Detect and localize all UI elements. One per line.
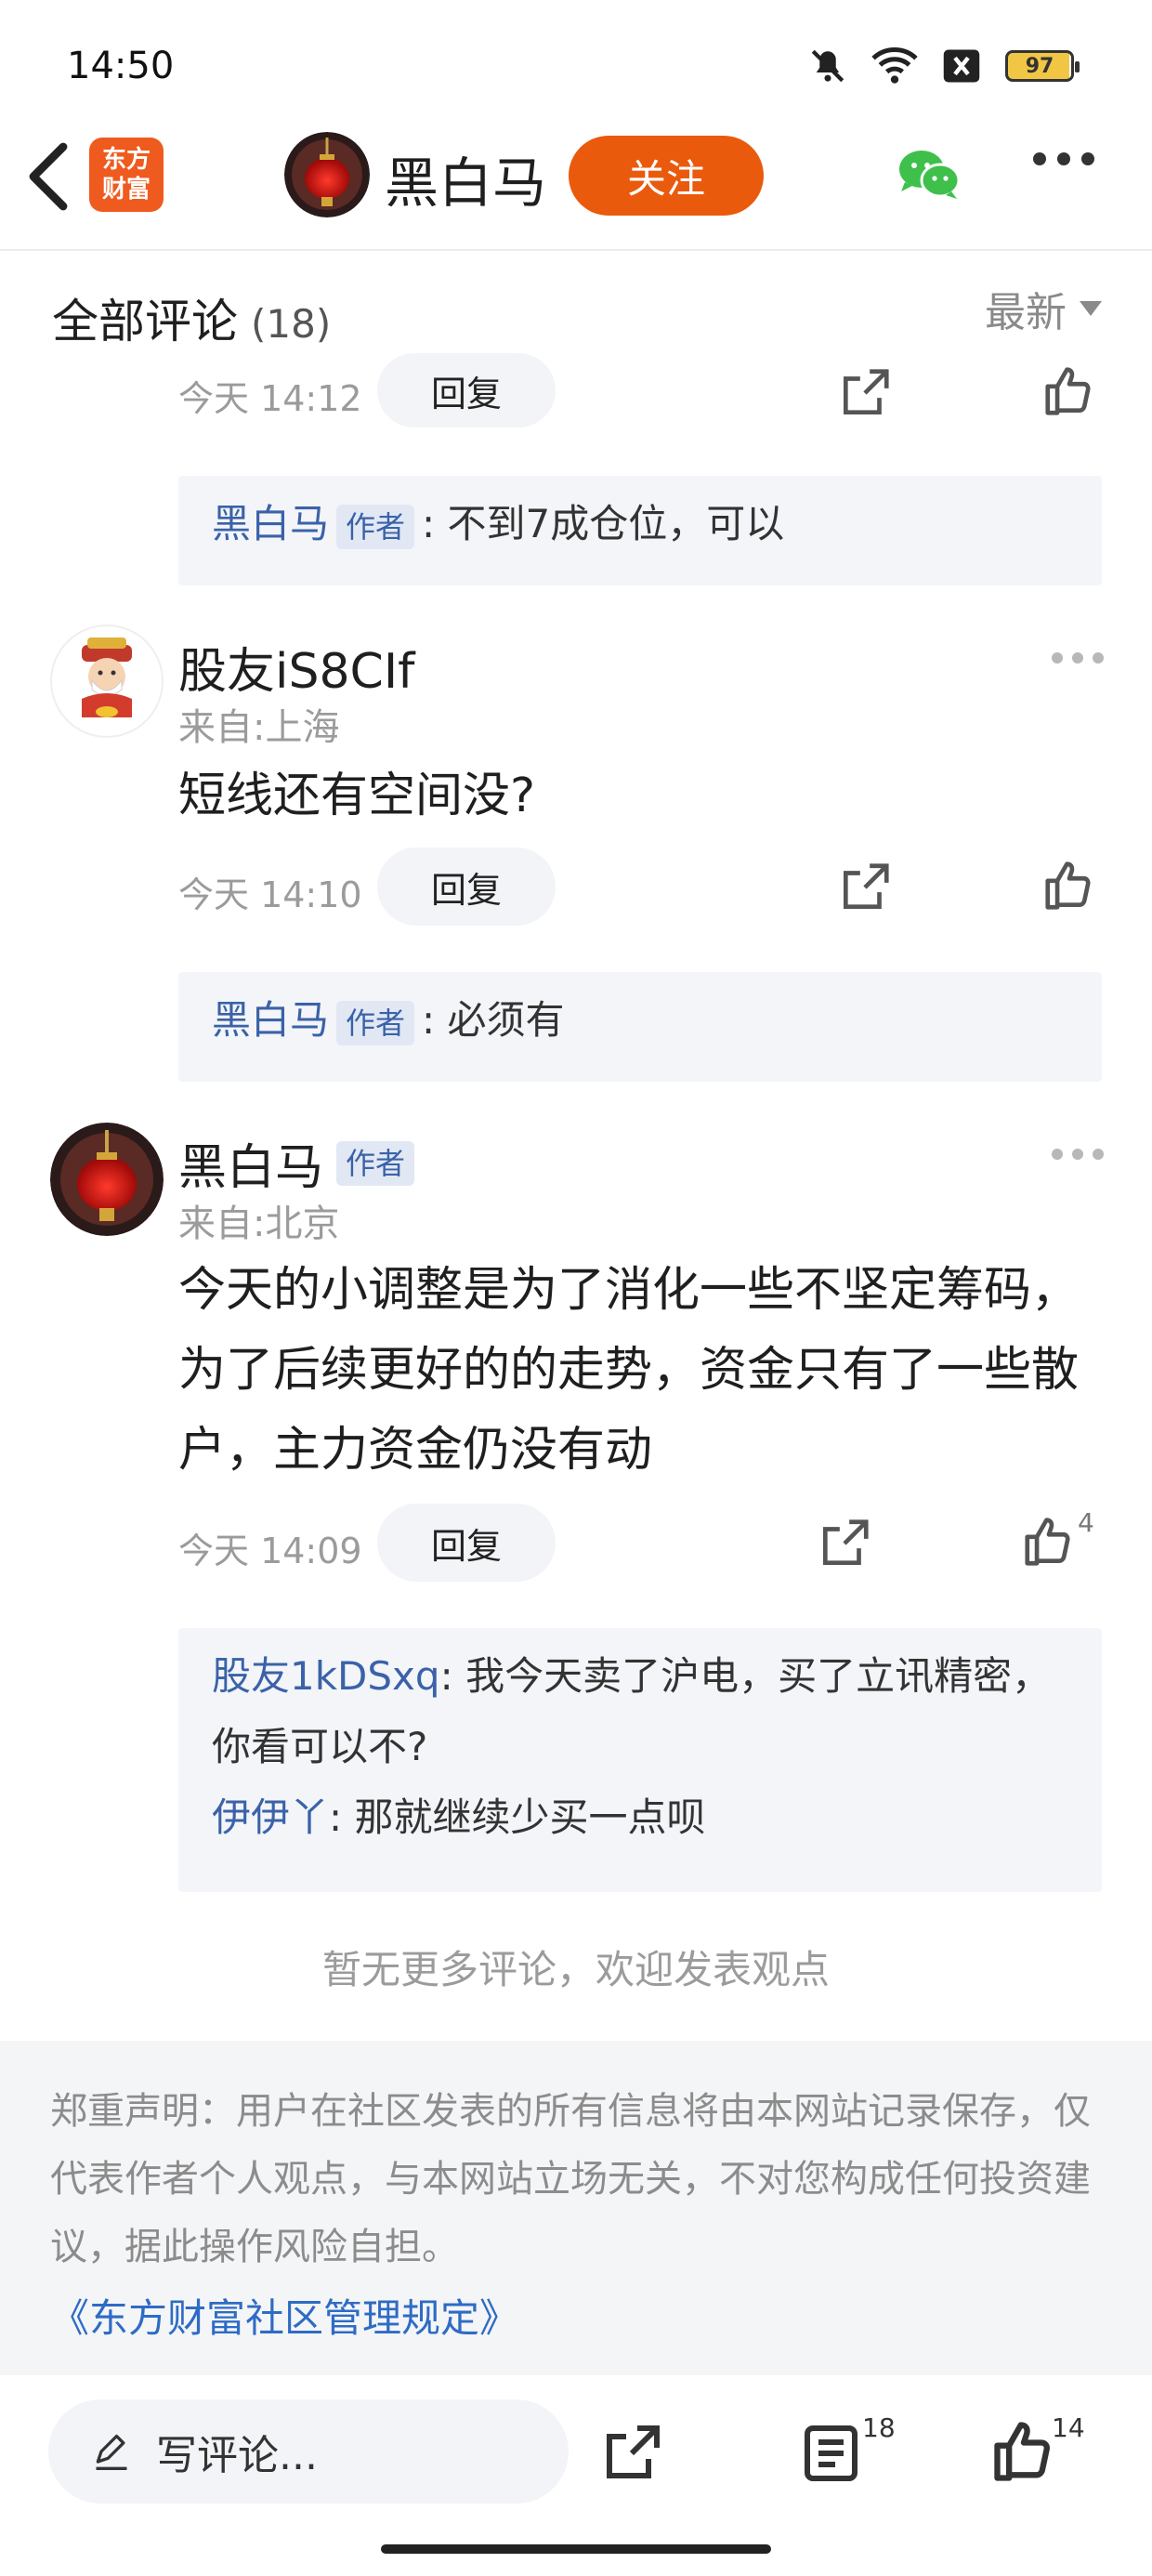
author-tag: 作者 bbox=[336, 504, 415, 549]
reply-button[interactable]: 回复 bbox=[377, 353, 556, 427]
sub-reply-author[interactable]: 伊伊丫 bbox=[212, 1794, 329, 1840]
comment-text: 今天的小调整是为了消化一些不坚定筹码，为了后续更好的的走势，资金只有了一些散户，… bbox=[178, 1263, 1080, 1478]
author-avatar[interactable] bbox=[284, 132, 370, 217]
sort-dropdown[interactable]: 最新 bbox=[985, 279, 1102, 338]
like-count: 4 bbox=[1078, 1507, 1094, 1538]
status-time: 14:50 bbox=[67, 45, 175, 87]
disclaimer-panel: 郑重声明：用户在社区发表的所有信息将由本网站记录保存，仅代表作者个人观点，与本网… bbox=[0, 2041, 1152, 2375]
comment-author[interactable]: 黑白马 bbox=[178, 1128, 323, 1198]
battery-level: 97 bbox=[1025, 54, 1054, 78]
sub-reply-author[interactable]: 黑白马 bbox=[212, 501, 329, 546]
wechat-icon[interactable] bbox=[896, 147, 962, 203]
pencil-icon bbox=[96, 2434, 127, 2470]
sort-label: 最新 bbox=[985, 289, 1067, 336]
sub-reply[interactable]: 伊伊丫: 那就继续少买一点呗 bbox=[212, 1782, 1068, 1853]
sub-reply-text: : 不到7成仓位，可以 bbox=[422, 501, 785, 546]
comment-more-icon[interactable] bbox=[1052, 652, 1104, 664]
more-options-icon[interactable] bbox=[1033, 152, 1094, 165]
sub-reply[interactable]: 黑白马 作者: 不到7成仓位，可以 bbox=[212, 494, 1068, 554]
sub-reply-box: 股友1kDSxq: 我今天卖了沪电，买了立讯精密，你看可以不? 伊伊丫: 那就继… bbox=[178, 1628, 1102, 1892]
header-author-name: 黑白马 bbox=[385, 151, 547, 215]
wifi-icon bbox=[871, 47, 918, 84]
author-tag: 作者 bbox=[336, 1000, 415, 1045]
write-comment-input[interactable]: 写评论... bbox=[48, 2399, 569, 2504]
community-rules-link[interactable]: 《东方财富社区管理规定》 bbox=[50, 2281, 1102, 2356]
share-icon[interactable] bbox=[836, 859, 894, 916]
like-count-badge: 14 bbox=[1052, 2412, 1085, 2443]
author-tag: 作者 bbox=[336, 1140, 415, 1186]
comment-time: 今天 14:10 bbox=[178, 874, 362, 915]
sub-reply-text: : 那就继续少买一点呗 bbox=[329, 1794, 706, 1840]
logo-line2: 财富 bbox=[101, 176, 151, 204]
comment-location: 来自:上海 bbox=[178, 706, 340, 749]
comments-title: 全部评论 bbox=[52, 295, 238, 348]
disclaimer-text: 郑重声明：用户在社区发表的所有信息将由本网站记录保存，仅代表作者个人观点，与本网… bbox=[50, 2090, 1091, 2268]
sub-reply[interactable]: 股友1kDSxq: 我今天卖了沪电，买了立讯精密，你看可以不? bbox=[212, 1641, 1068, 1782]
comment-time: 今天 14:09 bbox=[178, 1531, 362, 1571]
like-icon[interactable] bbox=[1020, 1513, 1078, 1571]
reply-button[interactable]: 回复 bbox=[377, 1504, 556, 1582]
comments-icon[interactable] bbox=[799, 2420, 866, 2487]
share-icon[interactable] bbox=[598, 2420, 665, 2487]
follow-button[interactable]: 关注 bbox=[569, 136, 764, 216]
battery-icon: 97 bbox=[1005, 50, 1080, 82]
sub-reply-author[interactable]: 股友1kDSxq bbox=[212, 1653, 440, 1699]
comment-author[interactable]: 股友iS8CIf bbox=[178, 632, 415, 702]
like-icon[interactable] bbox=[1041, 857, 1098, 914]
comments-section-title: 全部评论 (18) bbox=[52, 284, 331, 351]
sim-off-icon bbox=[943, 49, 980, 83]
share-icon[interactable] bbox=[836, 364, 894, 422]
sub-reply-author[interactable]: 黑白马 bbox=[212, 997, 329, 1043]
write-comment-placeholder: 写评论... bbox=[156, 2432, 318, 2479]
app-logo[interactable]: 东方 财富 bbox=[89, 138, 164, 212]
reply-button[interactable]: 回复 bbox=[377, 848, 556, 926]
user-avatar[interactable] bbox=[50, 1123, 164, 1236]
no-more-comments: 暂无更多评论，欢迎发表观点 bbox=[321, 1947, 830, 1992]
comment-more-icon[interactable] bbox=[1052, 1149, 1104, 1160]
home-indicator[interactable] bbox=[381, 2544, 771, 2554]
back-icon[interactable] bbox=[22, 139, 78, 214]
comments-count: (18) bbox=[251, 301, 332, 347]
like-icon[interactable] bbox=[988, 2416, 1059, 2487]
sub-reply-box: 黑白马 作者: 必须有 bbox=[178, 972, 1102, 1082]
sub-reply[interactable]: 黑白马 作者: 必须有 bbox=[212, 991, 1068, 1050]
comment-text: 短线还有空间没? bbox=[178, 769, 536, 823]
comment-time: 今天 14:12 bbox=[178, 378, 362, 419]
sub-reply-text: : 必须有 bbox=[422, 997, 565, 1043]
comment-count-badge: 18 bbox=[862, 2412, 896, 2443]
comment-location: 来自:北京 bbox=[178, 1203, 340, 1245]
like-icon[interactable] bbox=[1041, 362, 1098, 420]
share-icon[interactable] bbox=[816, 1515, 873, 1572]
user-avatar[interactable] bbox=[50, 624, 164, 738]
logo-line1: 东方 bbox=[101, 146, 151, 174]
header-divider bbox=[0, 249, 1152, 251]
sub-reply-box: 黑白马 作者: 不到7成仓位，可以 bbox=[178, 476, 1102, 585]
comment-author-row: 黑白马 作者 bbox=[178, 1128, 422, 1198]
mute-icon bbox=[811, 49, 844, 83]
status-icons: 97 bbox=[808, 46, 1080, 85]
caret-down-icon bbox=[1080, 301, 1102, 316]
